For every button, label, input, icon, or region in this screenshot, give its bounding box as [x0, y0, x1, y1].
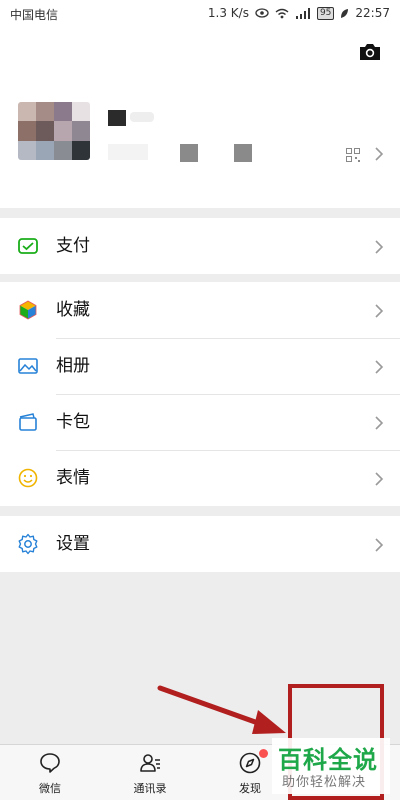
- eye-icon: [255, 8, 269, 18]
- menu-label: 支付: [56, 236, 90, 256]
- chevron-right-icon: [375, 360, 384, 374]
- watermark-subtitle: 助你轻松解决: [282, 775, 367, 790]
- menu-item-cards[interactable]: 卡包: [0, 394, 400, 450]
- battery-indicator: 95: [316, 6, 335, 20]
- status-bar: 中国电信 1.3 K/s 95 22:57: [0, 0, 400, 28]
- status-indicators: 1.3 K/s 95 22:57: [208, 6, 390, 20]
- profile-header[interactable]: [0, 28, 400, 208]
- wechat-id-pixel-1: [180, 144, 198, 162]
- wallet-check-icon: [18, 238, 38, 254]
- tab-label: 通讯录: [133, 782, 167, 795]
- menu-item-favorites[interactable]: 收藏: [0, 282, 400, 338]
- avatar[interactable]: [18, 102, 90, 160]
- menu-item-album[interactable]: 相册: [0, 338, 400, 394]
- tab-label: 微信: [39, 782, 61, 795]
- notification-dot: [259, 749, 268, 758]
- camera-icon[interactable]: [358, 42, 382, 62]
- tab-contacts[interactable]: 通讯录: [100, 745, 200, 800]
- card-icon: [19, 413, 37, 431]
- pay-section: 支付: [0, 218, 400, 274]
- menu-label: 设置: [56, 534, 90, 554]
- smiley-icon: [18, 468, 38, 488]
- nickname-pixelated: [108, 110, 126, 126]
- menu-label: 卡包: [56, 412, 90, 432]
- wifi-icon: [275, 8, 289, 18]
- signal-icon: [295, 7, 310, 19]
- chevron-right-icon: [375, 538, 384, 552]
- settings-section: 设置: [0, 516, 400, 572]
- menu-label: 表情: [56, 468, 90, 488]
- tab-chats[interactable]: 微信: [0, 745, 100, 800]
- chevron-right-icon: [375, 304, 384, 318]
- clock: 22:57: [355, 6, 390, 20]
- watermark-title: 百科全说: [278, 746, 378, 774]
- watermark: 百科全说 助你轻松解决: [272, 738, 390, 794]
- wechat-id-pixel-2: [234, 144, 252, 162]
- chevron-right-icon: [375, 240, 384, 254]
- menu-label: 收藏: [56, 300, 90, 320]
- qr-code-icon[interactable]: [346, 148, 360, 162]
- chat-bubble-icon: [40, 753, 60, 773]
- contacts-icon: [140, 754, 160, 772]
- nickname-blur: [130, 112, 154, 122]
- features-section: 收藏 相册 卡包 表情: [0, 282, 400, 506]
- annotation-arrow: [157, 685, 286, 734]
- chevron-right-icon: [375, 416, 384, 430]
- menu-item-pay[interactable]: 支付: [0, 218, 400, 274]
- chevron-right-icon: [375, 147, 384, 161]
- chevron-right-icon: [375, 472, 384, 486]
- menu-item-settings[interactable]: 设置: [0, 516, 400, 572]
- wechat-id-blur: [108, 144, 148, 160]
- cube-icon: [19, 300, 37, 320]
- carrier-name: 中国电信: [10, 8, 59, 22]
- menu-label: 相册: [56, 356, 90, 376]
- network-speed: 1.3 K/s: [207, 6, 249, 20]
- leaf-icon: [341, 8, 349, 18]
- image-icon: [18, 358, 38, 374]
- gear-icon: [18, 533, 38, 555]
- menu-item-stickers[interactable]: 表情: [0, 450, 400, 506]
